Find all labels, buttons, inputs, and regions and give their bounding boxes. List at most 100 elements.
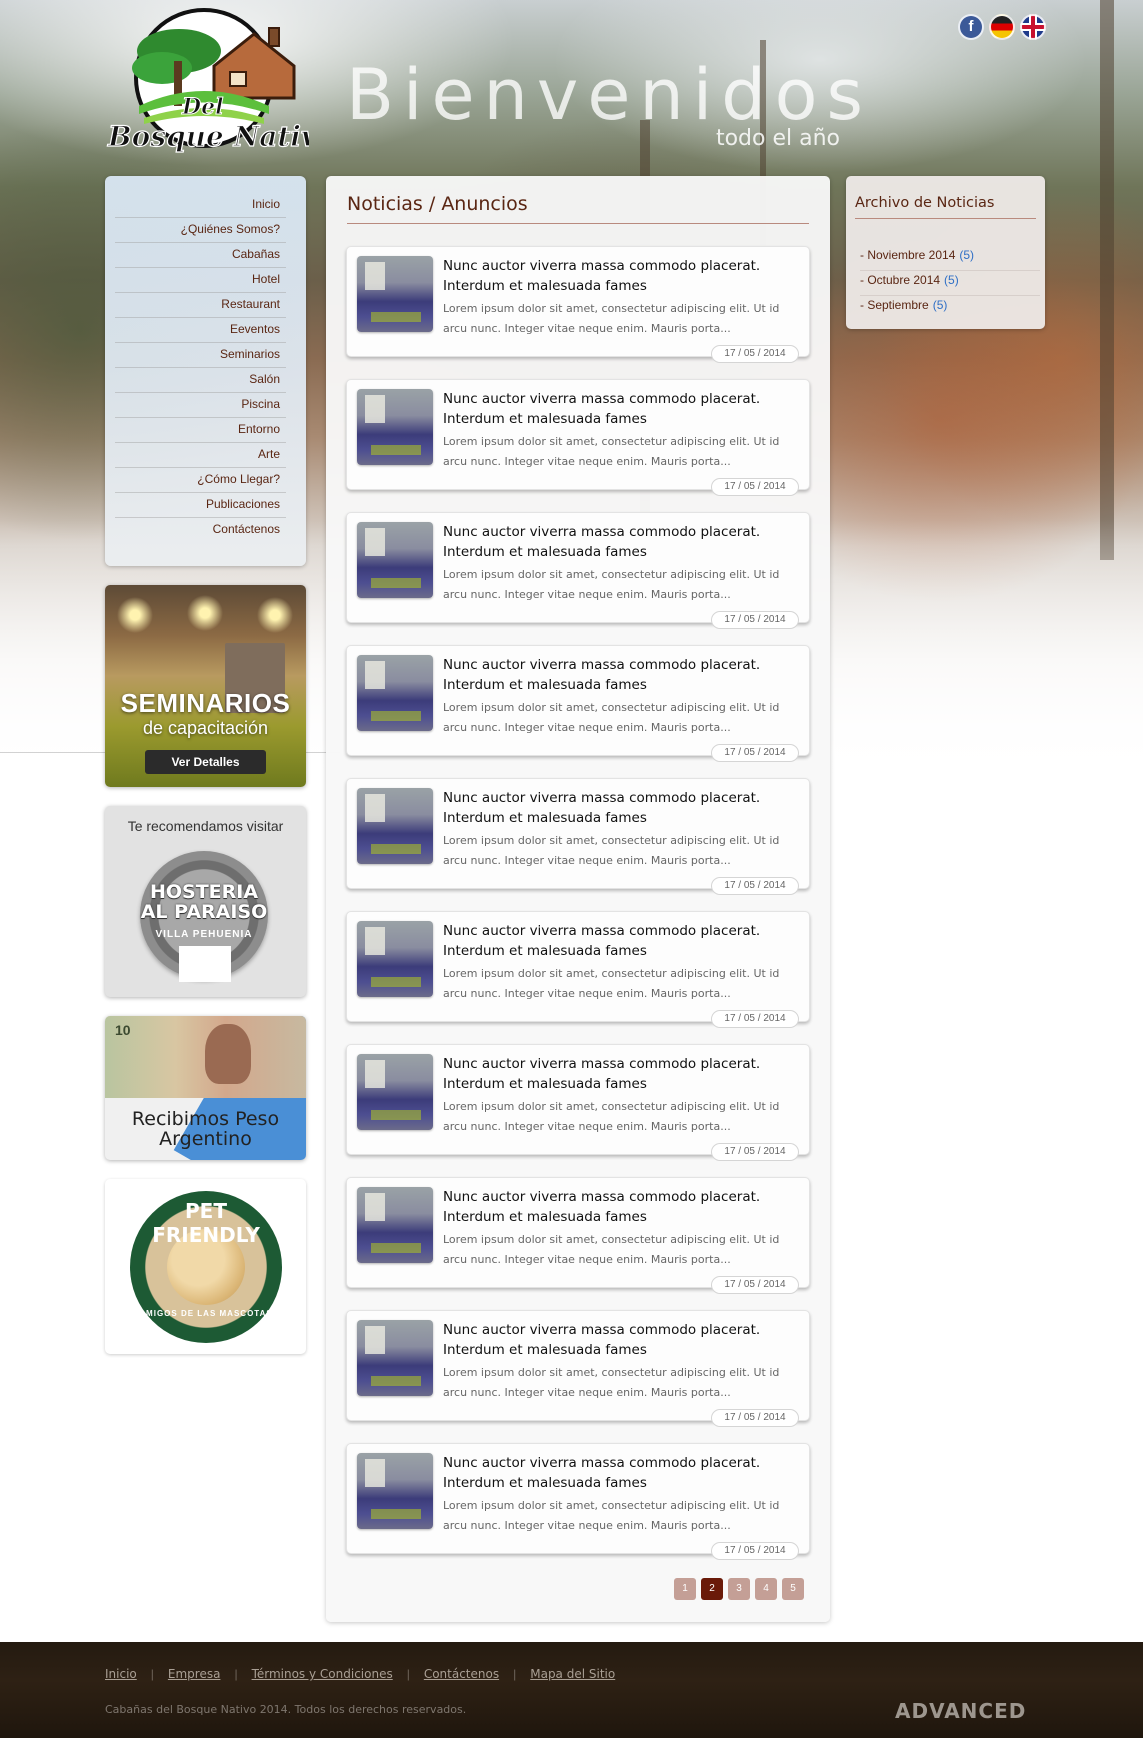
news-thumbnail[interactable] (357, 1054, 433, 1130)
seminar-details-button[interactable]: Ver Detalles (145, 750, 266, 774)
page-button-3[interactable]: 3 (728, 1578, 750, 1600)
news-thumbnail[interactable] (357, 655, 433, 731)
footer-link-terminos[interactable]: Términos y Condiciones (252, 1667, 393, 1681)
archive-item-label[interactable]: - Septiembre (860, 298, 929, 312)
footer-separator: | (406, 1667, 410, 1681)
news-item[interactable]: Nunc auctor viverra massa commodo placer… (346, 1443, 810, 1560)
page-button-2-active[interactable]: 2 (701, 1578, 723, 1600)
news-thumbnail[interactable] (357, 1453, 433, 1529)
page-button-4[interactable]: 4 (755, 1578, 777, 1600)
news-item[interactable]: Nunc auctor viverra massa commodo placer… (346, 1044, 810, 1161)
news-list: Nunc auctor viverra massa commodo placer… (346, 246, 810, 1576)
archive-title: Archivo de Noticias (855, 195, 1036, 219)
news-item[interactable]: Nunc auctor viverra massa commodo placer… (346, 778, 810, 895)
news-date: 17 / 05 / 2014 (711, 1409, 799, 1427)
news-title[interactable]: Nunc auctor viverra massa commodo placer… (443, 921, 793, 961)
pagination: 12345 (674, 1578, 809, 1600)
news-item[interactable]: Nunc auctor viverra massa commodo placer… (346, 1177, 810, 1294)
archive-item-label[interactable]: - Octubre 2014 (860, 273, 940, 287)
nav-item-seminarios[interactable]: Seminarios (115, 343, 286, 368)
news-date: 17 / 05 / 2014 (711, 345, 799, 363)
news-panel: Noticias / Anuncios Nunc auctor viverra … (326, 176, 830, 1622)
news-item[interactable]: Nunc auctor viverra massa commodo placer… (346, 246, 810, 363)
main-navigation: Inicio ¿Quiénes Somos? Cabañas Hotel Res… (105, 176, 306, 566)
news-title[interactable]: Nunc auctor viverra massa commodo placer… (443, 1054, 793, 1094)
news-date: 17 / 05 / 2014 (711, 1143, 799, 1161)
nav-item-contactenos[interactable]: Contáctenos (115, 518, 286, 543)
copyright-text: Cabañas del Bosque Nativo 2014. Todos lo… (105, 1703, 467, 1716)
footer-link-inicio[interactable]: Inicio (105, 1667, 137, 1681)
news-excerpt: Lorem ipsum dolor sit amet, consectetur … (443, 701, 780, 734)
news-thumbnail[interactable] (357, 1320, 433, 1396)
seminar-subtitle: de capacitación (142, 718, 269, 738)
footer-link-empresa[interactable]: Empresa (168, 1667, 221, 1681)
archive-item[interactable]: - Octubre 2014 (5) (860, 271, 1040, 296)
archive-item-count: (5) (959, 248, 975, 262)
tree-trunk (1100, 0, 1114, 560)
signature-image (179, 946, 231, 982)
archive-item-count: (5) (932, 298, 948, 312)
nav-item-cabanas[interactable]: Cabañas (115, 243, 286, 268)
facebook-icon[interactable]: f (958, 14, 984, 40)
logo-text-bosque-nativo: Bosque Nativo (107, 120, 309, 153)
developer-logo[interactable]: ADVANCED (895, 1699, 1026, 1723)
news-excerpt: Lorem ipsum dolor sit amet, consectetur … (443, 302, 780, 335)
news-thumbnail[interactable] (357, 788, 433, 864)
news-thumbnail[interactable] (357, 921, 433, 997)
nav-item-entorno[interactable]: Entorno (115, 418, 286, 443)
seminar-title: SEMINARIOS (120, 688, 291, 718)
news-item[interactable]: Nunc auctor viverra massa commodo placer… (346, 645, 810, 762)
nav-item-piscina[interactable]: Piscina (115, 393, 286, 418)
uk-flag-icon[interactable] (1020, 14, 1046, 40)
news-thumbnail[interactable] (357, 522, 433, 598)
page-button-1[interactable]: 1 (674, 1578, 696, 1600)
hosteria-name-line1: HOSTERIA (149, 881, 259, 903)
nav-item-quienes-somos[interactable]: ¿Quiénes Somos? (115, 218, 286, 243)
news-item[interactable]: Nunc auctor viverra massa commodo placer… (346, 911, 810, 1028)
site-logo[interactable]: Del Bosque Nativo (104, 6, 336, 158)
nav-item-restaurant[interactable]: Restaurant (115, 293, 286, 318)
nav-item-publicaciones[interactable]: Publicaciones (115, 493, 286, 518)
footer-link-contactenos[interactable]: Contáctenos (424, 1667, 499, 1681)
archive-item[interactable]: - Noviembre 2014 (5) (860, 246, 1040, 271)
pet-friendly-banner[interactable]: PET FRIENDLY AMIGOS DE LAS MASCOTAS (105, 1179, 306, 1354)
banknote-value: 10 (115, 1022, 131, 1038)
hosteria-location: VILLA PEHUENIA (155, 929, 253, 940)
news-item[interactable]: Nunc auctor viverra massa commodo placer… (346, 379, 810, 496)
news-title[interactable]: Nunc auctor viverra massa commodo placer… (443, 256, 793, 296)
news-item[interactable]: Nunc auctor viverra massa commodo placer… (346, 512, 810, 629)
welcome-title: Bienvenidos (346, 54, 872, 136)
news-thumbnail[interactable] (357, 1187, 433, 1263)
news-title[interactable]: Nunc auctor viverra massa commodo placer… (443, 522, 793, 562)
news-thumbnail[interactable] (357, 389, 433, 465)
footer-separator: | (513, 1667, 517, 1681)
footer-separator: | (234, 1667, 238, 1681)
footer-link-mapa-del-sitio[interactable]: Mapa del Sitio (530, 1667, 615, 1681)
seminar-banner[interactable]: SEMINARIOS de capacitación Ver Detalles (105, 585, 306, 787)
news-title[interactable]: Nunc auctor viverra massa commodo placer… (443, 1453, 793, 1493)
peso-caption: Recibimos Peso Argentino (105, 1109, 306, 1149)
peso-argentino-banner[interactable]: 10 Recibimos Peso Argentino (105, 1016, 306, 1160)
news-title[interactable]: Nunc auctor viverra massa commodo placer… (443, 1320, 793, 1360)
news-item[interactable]: Nunc auctor viverra massa commodo placer… (346, 1310, 810, 1427)
news-title[interactable]: Nunc auctor viverra massa commodo placer… (443, 788, 793, 828)
nav-item-arte[interactable]: Arte (115, 443, 286, 468)
news-archive: Archivo de Noticias - Noviembre 2014 (5) … (846, 176, 1045, 329)
news-title[interactable]: Nunc auctor viverra massa commodo placer… (443, 389, 793, 429)
news-title[interactable]: Nunc auctor viverra massa commodo placer… (443, 1187, 793, 1227)
archive-item-label[interactable]: - Noviembre 2014 (860, 248, 955, 262)
footer-links: Inicio | Empresa | Términos y Condiciones | Co… (105, 1665, 629, 1685)
nav-item-como-llegar[interactable]: ¿Cómo Llegar? (115, 468, 286, 493)
news-thumbnail[interactable] (357, 256, 433, 332)
german-flag-icon[interactable] (989, 14, 1015, 40)
page-button-5[interactable]: 5 (782, 1578, 804, 1600)
nav-item-inicio[interactable]: Inicio (115, 193, 286, 218)
recommended-visit-banner[interactable]: Te recomendamos visitar HOSTERIA AL PARA… (105, 806, 306, 997)
footer: Inicio | Empresa | Términos y Condiciones | Co… (0, 1642, 1143, 1738)
nav-item-hotel[interactable]: Hotel (115, 268, 286, 293)
nav-item-eventos[interactable]: Eeventos (115, 318, 286, 343)
nav-item-salon[interactable]: Salón (115, 368, 286, 393)
news-title[interactable]: Nunc auctor viverra massa commodo placer… (443, 655, 793, 695)
archive-item[interactable]: - Septiembre (5) (860, 296, 1040, 321)
news-excerpt: Lorem ipsum dolor sit amet, consectetur … (443, 1233, 780, 1266)
